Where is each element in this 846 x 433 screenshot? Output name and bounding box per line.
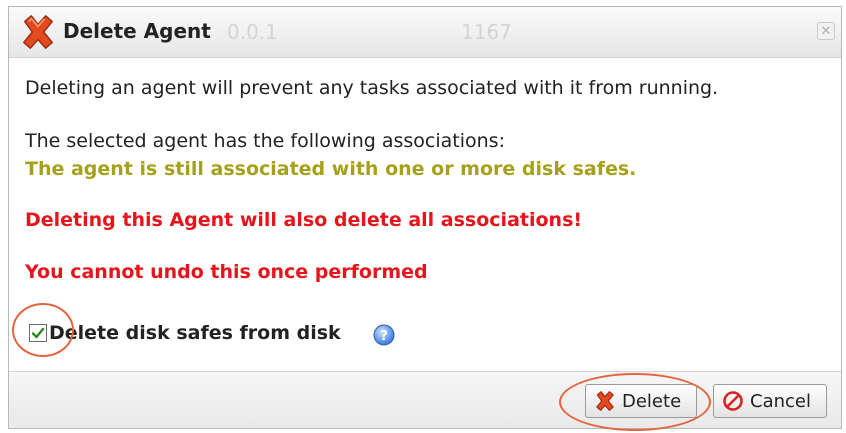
delete-disk-safes-checkbox[interactable] (29, 324, 47, 342)
background-number-text: 1167 (461, 20, 512, 44)
dialog-footer: Delete Cancel (9, 371, 841, 428)
warning-delete-text: Deleting this Agent will also delete all… (25, 209, 583, 231)
delete-agent-dialog: Delete Agent 0.0.1 1167 ✕ Deleting an ag… (8, 6, 842, 429)
help-icon[interactable]: ? (373, 324, 395, 346)
no-entry-icon (723, 391, 743, 411)
delete-button-label: Delete (622, 390, 682, 412)
cancel-button-label: Cancel (750, 390, 811, 412)
red-x-icon (23, 15, 53, 49)
warning-undo-text: You cannot undo this once performed (25, 261, 428, 283)
background-ip-text: 0.0.1 (227, 20, 278, 44)
intro-text: Deleting an agent will prevent any tasks… (25, 77, 719, 99)
delete-disk-safes-label[interactable]: Delete disk safes from disk (49, 322, 341, 344)
dialog-title: Delete Agent (63, 19, 211, 43)
associations-header: The selected agent has the following ass… (25, 130, 505, 152)
checkmark-icon (31, 327, 45, 339)
association-item: The agent is still associated with one o… (25, 158, 637, 180)
close-button[interactable]: ✕ (817, 22, 835, 40)
svg-text:?: ? (380, 329, 388, 344)
dialog-titlebar: Delete Agent 0.0.1 1167 ✕ (9, 7, 841, 58)
cancel-button[interactable]: Cancel (713, 384, 827, 418)
red-x-icon (596, 391, 614, 411)
delete-button[interactable]: Delete (585, 384, 697, 418)
